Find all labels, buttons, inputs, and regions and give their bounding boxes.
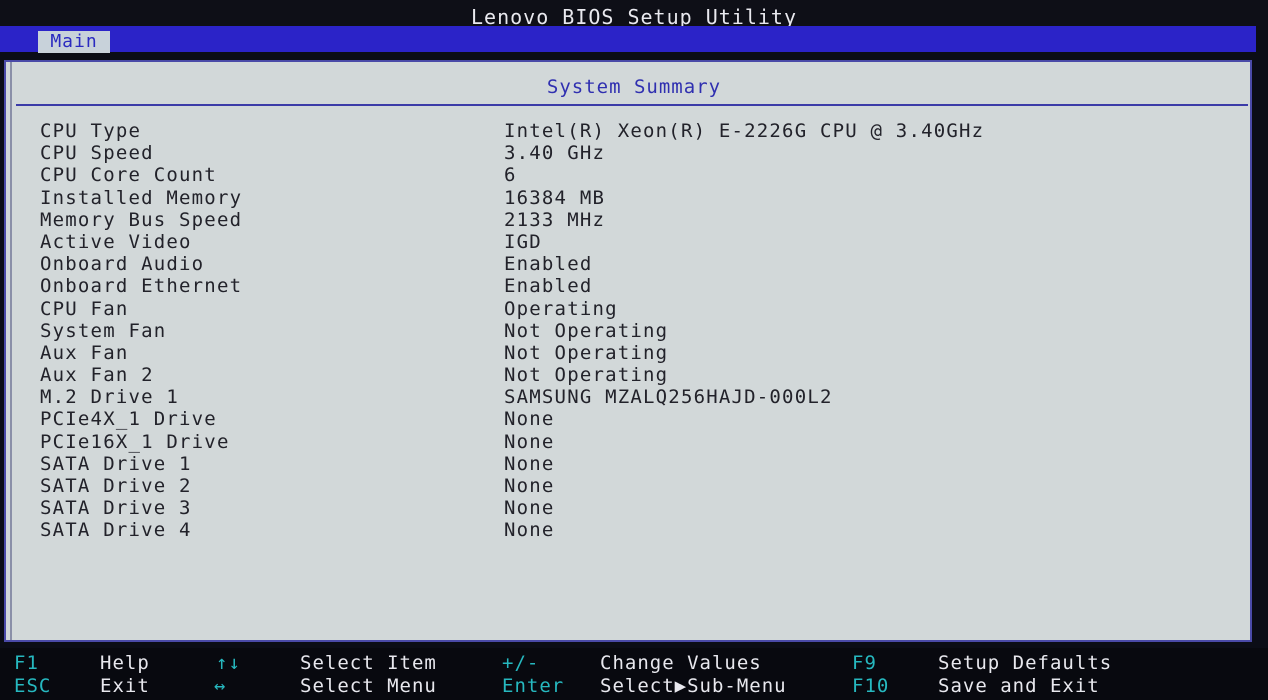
summary-row-cpu-fan: CPU Fan Operating	[12, 298, 1252, 320]
up-down-arrows-icon: ↑↓	[216, 652, 241, 674]
summary-value: Intel(R) Xeon(R) E-2226G CPU @ 3.40GHz	[504, 120, 985, 142]
summary-label: Onboard Ethernet	[40, 275, 243, 298]
summary-value: 2133 MHz	[504, 208, 606, 231]
summary-label: CPU Type	[40, 120, 142, 142]
summary-row-cpu-core-count: CPU Core Count 6	[12, 164, 1252, 186]
summary-row-pcie16x-drive: PCIe16X_1 Drive None	[12, 431, 1252, 453]
summary-row-active-video: Active Video IGD	[12, 231, 1252, 253]
summary-label: PCIe16X_1 Drive	[40, 430, 230, 453]
summary-label: CPU Core Count	[40, 164, 217, 187]
summary-label: PCIe4X_1 Drive	[40, 408, 217, 431]
summary-row-installed-memory: Installed Memory 16384 MB	[12, 187, 1252, 209]
summary-row-memory-bus-speed: Memory Bus Speed 2133 MHz	[12, 209, 1252, 231]
summary-row-cpu-type: CPU Type Intel(R) Xeon(R) E-2226G CPU @ …	[12, 120, 1252, 142]
enter-key: Enter	[502, 675, 565, 697]
summary-value: 3.40 GHz	[504, 142, 606, 165]
summary-value: 6	[504, 164, 517, 187]
save-and-exit-hint: Save and Exit	[938, 675, 1100, 697]
menu-bar: Main	[0, 26, 1256, 53]
help-hint: Help	[100, 652, 150, 674]
summary-row-cpu-speed: CPU Speed 3.40 GHz	[12, 142, 1252, 164]
summary-value: None	[504, 475, 555, 497]
panel-inner: System Summary CPU Type Intel(R) Xeon(R)…	[10, 62, 1250, 640]
summary-row-system-fan: System Fan Not Operating	[12, 320, 1252, 342]
main-panel: System Summary CPU Type Intel(R) Xeon(R)…	[4, 60, 1252, 642]
summary-value: Not Operating	[504, 364, 669, 387]
summary-row-aux-fan: Aux Fan Not Operating	[12, 342, 1252, 364]
section-divider	[16, 104, 1248, 106]
left-right-arrows-icon: ↔	[214, 675, 227, 697]
summary-value: None	[504, 430, 555, 453]
summary-value: Operating	[504, 297, 618, 320]
summary-list: CPU Type Intel(R) Xeon(R) E-2226G CPU @ …	[12, 120, 1252, 542]
summary-row-sata-drive-4: SATA Drive 4 None	[12, 519, 1252, 541]
summary-label: Aux Fan 2	[40, 364, 154, 387]
summary-label: SATA Drive 2	[40, 475, 192, 497]
summary-value: Not Operating	[504, 319, 669, 342]
summary-label: Aux Fan	[40, 341, 129, 364]
summary-row-sata-drive-1: SATA Drive 1 None	[12, 453, 1252, 475]
summary-row-onboard-ethernet: Onboard Ethernet Enabled	[12, 275, 1252, 297]
summary-row-aux-fan-2: Aux Fan 2 Not Operating	[12, 364, 1252, 386]
summary-label: CPU Fan	[40, 297, 129, 320]
bios-screen: Lenovo BIOS Setup Utility Main System Su…	[0, 0, 1268, 700]
setup-defaults-hint: Setup Defaults	[938, 652, 1113, 674]
section-title: System Summary	[546, 76, 722, 98]
summary-label: CPU Speed	[40, 142, 154, 165]
summary-value: Enabled	[504, 253, 593, 276]
summary-label: Installed Memory	[40, 186, 243, 209]
summary-row-m2-drive-1: M.2 Drive 1 SAMSUNG MZALQ256HAJD-000L2	[12, 386, 1252, 408]
summary-value: None	[504, 452, 555, 475]
change-values-hint: Change Values	[600, 652, 762, 674]
summary-row-onboard-audio: Onboard Audio Enabled	[12, 253, 1252, 275]
esc-key: ESC	[14, 675, 52, 697]
exit-hint: Exit	[100, 675, 150, 697]
summary-row-sata-drive-2: SATA Drive 2 None	[12, 475, 1252, 497]
summary-value: None	[504, 497, 555, 520]
key-help-bar: F1 Help ESC Exit ↑↓ Select Item ↔ Select…	[0, 648, 1268, 700]
f1-key: F1	[14, 652, 39, 674]
select-item-hint: Select Item	[300, 652, 437, 674]
plus-minus-key: +/-	[502, 652, 540, 674]
summary-label: SATA Drive 1	[40, 452, 192, 475]
f9-key: F9	[852, 652, 877, 674]
summary-value: SAMSUNG MZALQ256HAJD-000L2	[504, 386, 833, 409]
summary-label: Memory Bus Speed	[40, 208, 243, 231]
summary-value: None	[504, 519, 555, 542]
summary-row-sata-drive-3: SATA Drive 3 None	[12, 497, 1252, 519]
summary-value: Not Operating	[504, 341, 669, 364]
summary-row-pcie4x-drive: PCIe4X_1 Drive None	[12, 408, 1252, 430]
summary-label: System Fan	[40, 319, 167, 342]
summary-value: Enabled	[504, 275, 593, 298]
summary-label: SATA Drive 3	[40, 497, 192, 520]
summary-value: None	[504, 408, 555, 431]
summary-label: Active Video	[40, 230, 192, 253]
select-menu-hint: Select Menu	[300, 675, 437, 697]
summary-value: IGD	[504, 230, 542, 253]
summary-label: SATA Drive 4	[40, 519, 192, 542]
summary-value: 16384 MB	[504, 186, 606, 209]
f10-key: F10	[852, 675, 890, 697]
summary-label: M.2 Drive 1	[40, 386, 180, 409]
tab-main[interactable]: Main	[38, 31, 110, 53]
select-submenu-hint: Select▶Sub-Menu	[600, 675, 787, 697]
summary-label: Onboard Audio	[40, 253, 205, 276]
